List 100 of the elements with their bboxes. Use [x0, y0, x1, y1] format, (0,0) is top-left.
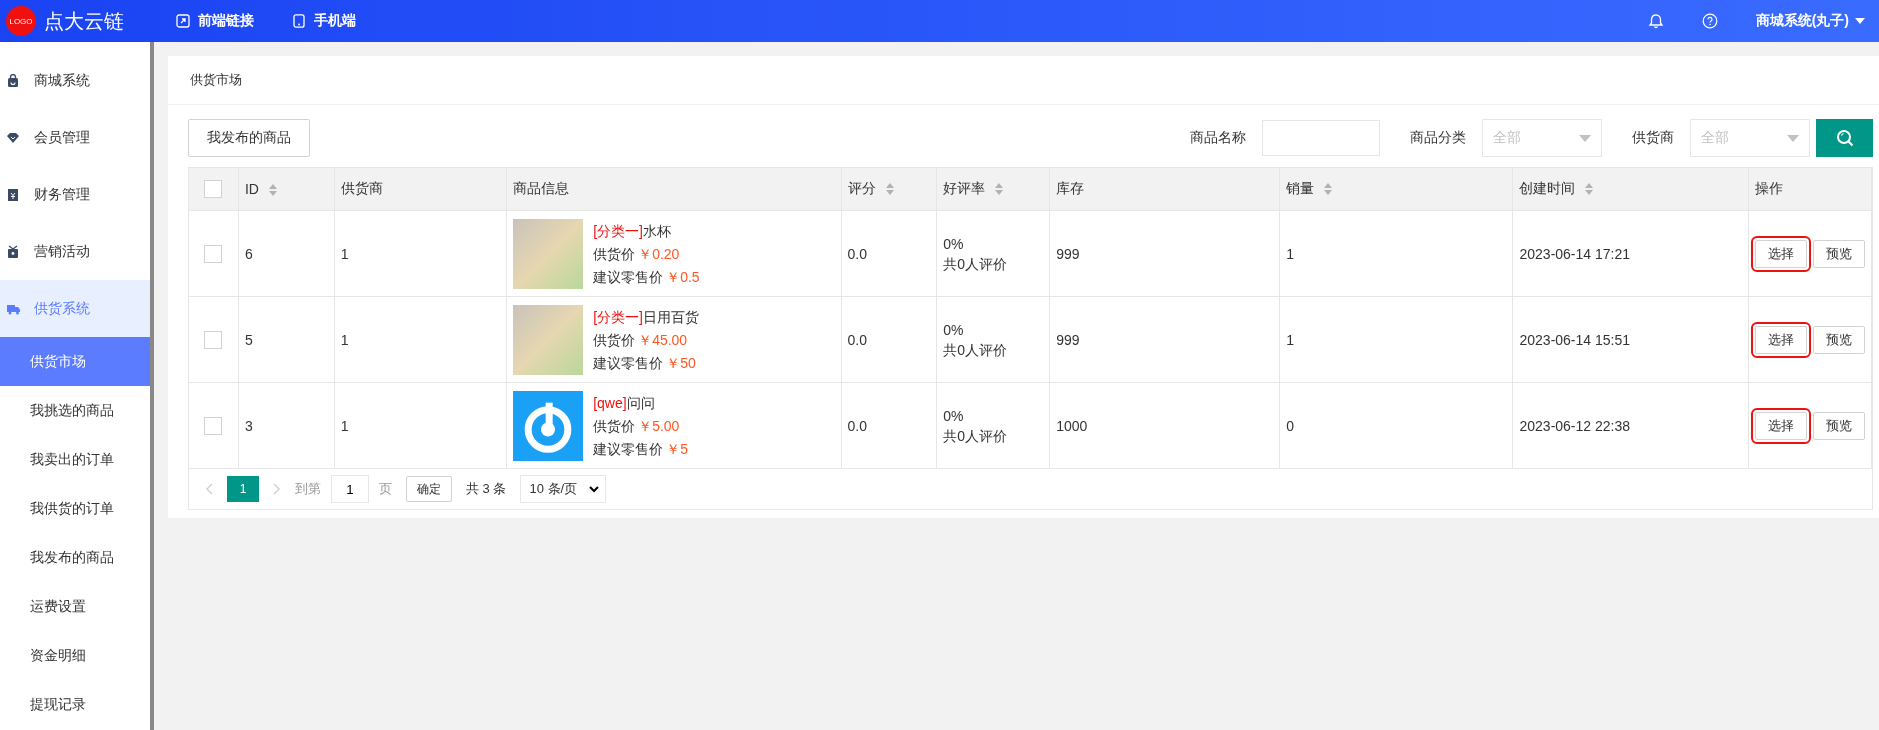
logo-badge: LOGO [6, 6, 36, 36]
user-menu[interactable]: 商城系统(丸子) [1755, 12, 1865, 30]
column-header[interactable]: 创建时间 [1513, 168, 1749, 211]
sort-icon [995, 183, 1004, 196]
preview-button[interactable]: 预览 [1813, 411, 1865, 440]
column-header[interactable]: 库存 [1049, 168, 1280, 211]
checkbox[interactable] [204, 180, 223, 199]
link-icon [176, 14, 190, 28]
nav-link[interactable]: 手机端 [292, 12, 356, 30]
confirm-button[interactable]: 确定 [406, 476, 452, 502]
chevron-left-icon[interactable] [205, 483, 213, 495]
total-count: 共 3 条 [466, 480, 507, 498]
column-header[interactable]: 操作 [1748, 168, 1872, 211]
table-cell: 5 [244, 331, 253, 348]
phone-icon [292, 14, 306, 28]
chevron-right-icon[interactable] [273, 483, 281, 495]
filter-label: 商品名称 [1190, 129, 1246, 147]
column-header[interactable]: 商品信息 [506, 168, 841, 211]
column-header[interactable]: ID [238, 168, 335, 211]
table-cell-text: 共0人评价 [943, 426, 1008, 446]
scrollbar[interactable] [150, 42, 154, 730]
table-cell: 2023-06-14 15:51 [1519, 331, 1631, 348]
retail-price: 建议零售价 ￥0.5 [593, 268, 700, 285]
column-header[interactable]: 供货商 [334, 168, 507, 211]
sort-icon [885, 183, 894, 196]
sidebar-item[interactable]: 营销活动 [0, 223, 150, 280]
photo-placeholder [513, 304, 584, 375]
product-name[interactable]: [分类一]日用百货 [593, 308, 699, 325]
yen-icon [6, 187, 20, 202]
checkbox[interactable] [204, 244, 223, 263]
column-header[interactable]: 销量 [1279, 168, 1513, 211]
caret-icon [1787, 134, 1799, 142]
page-button[interactable]: 1 [227, 476, 259, 502]
table-cell-text: 共0人评价 [943, 254, 1008, 274]
sidebar-subitem[interactable]: 我挑选的商品 [0, 386, 150, 435]
page-input[interactable]: 1 [331, 475, 369, 503]
sidebar-subitem[interactable]: 我卖出的订单 [0, 435, 150, 484]
search-button[interactable] [1816, 119, 1873, 157]
nav-link[interactable]: 前端链接 [176, 12, 254, 30]
sidebar-subitem[interactable]: 运费设置 [0, 582, 150, 631]
sort-icon [1324, 183, 1333, 196]
chevron-down-icon [589, 485, 600, 493]
table-cell: 2023-06-12 22:38 [1519, 417, 1631, 434]
caret-icon [1579, 134, 1591, 142]
table-cell: 0.0 [847, 331, 867, 348]
column-header[interactable]: 评分 [841, 168, 937, 211]
table-cell: 0.0 [847, 245, 867, 262]
filter-label: 供货商 [1632, 129, 1674, 147]
supply-price: 供货价 ￥0.20 [593, 245, 680, 262]
page-size-select[interactable]: 10 条/页 [520, 475, 607, 503]
sidebar-subitem[interactable]: 我发布的商品 [0, 533, 150, 582]
sidebar-item[interactable]: 财务管理 [0, 166, 150, 223]
brand-name: 点大云链 [44, 8, 124, 34]
my-products-button[interactable]: 我发布的商品 [188, 119, 310, 157]
checkbox[interactable] [204, 330, 223, 349]
sidebar-subitem[interactable]: 资金明细 [0, 631, 150, 680]
goto-label: 到第 [295, 480, 321, 498]
caret-icon [1855, 18, 1865, 24]
retail-price: 建议零售价 ￥50 [593, 354, 696, 371]
checkbox[interactable] [204, 416, 223, 435]
diamond-icon [6, 130, 20, 145]
product-name[interactable]: [qwe]问问 [593, 394, 655, 411]
bag-icon [6, 73, 20, 88]
sort-icon [1585, 183, 1594, 196]
table-cell: 1000 [1056, 417, 1088, 434]
table-cell: 1 [1286, 245, 1295, 262]
table-cell: 999 [1056, 331, 1080, 348]
help-icon[interactable] [1701, 13, 1718, 29]
sidebar-subitem[interactable]: 提现记录 [0, 680, 150, 729]
table-cell: 1 [340, 417, 349, 434]
sidebar-item[interactable]: 会员管理 [0, 109, 150, 166]
filter-label: 商品分类 [1410, 129, 1466, 147]
sidebar-subitem[interactable]: 供货市场 [0, 337, 150, 386]
table-cell-text: 共0人评价 [943, 340, 1008, 360]
column-header[interactable]: 好评率 [936, 168, 1050, 211]
table-cell: 3 [244, 417, 253, 434]
sort-icon [268, 184, 277, 197]
product-name[interactable]: [分类一]水杯 [593, 222, 671, 239]
bell-icon[interactable] [1647, 13, 1664, 29]
supply-price: 供货价 ￥45.00 [593, 331, 688, 348]
table-cell: 2023-06-14 17:21 [1519, 245, 1631, 262]
page-unit: 页 [379, 480, 392, 498]
table-cell-text: 0% [943, 406, 964, 426]
sidebar-item[interactable]: 商城系统 [0, 52, 150, 109]
retail-price: 建议零售价 ￥5 [593, 440, 688, 457]
search-icon [1835, 129, 1854, 147]
table-cell: 999 [1056, 245, 1080, 262]
preview-button[interactable]: 预览 [1813, 239, 1865, 268]
table-cell: 0.0 [847, 417, 867, 434]
preview-button[interactable]: 预览 [1813, 325, 1865, 354]
photo-placeholder [513, 218, 584, 289]
table-cell: 1 [1286, 331, 1295, 348]
table-cell-text: 0% [943, 320, 964, 340]
search-field[interactable] [1262, 120, 1380, 156]
app-logo-icon [513, 390, 584, 461]
table-cell: 6 [244, 245, 253, 262]
table-cell: 0 [1286, 417, 1295, 434]
sidebar-subitem[interactable]: 我供货的订单 [0, 484, 150, 533]
gift-icon [6, 244, 20, 259]
card-title: 供货市场 [168, 56, 1879, 105]
